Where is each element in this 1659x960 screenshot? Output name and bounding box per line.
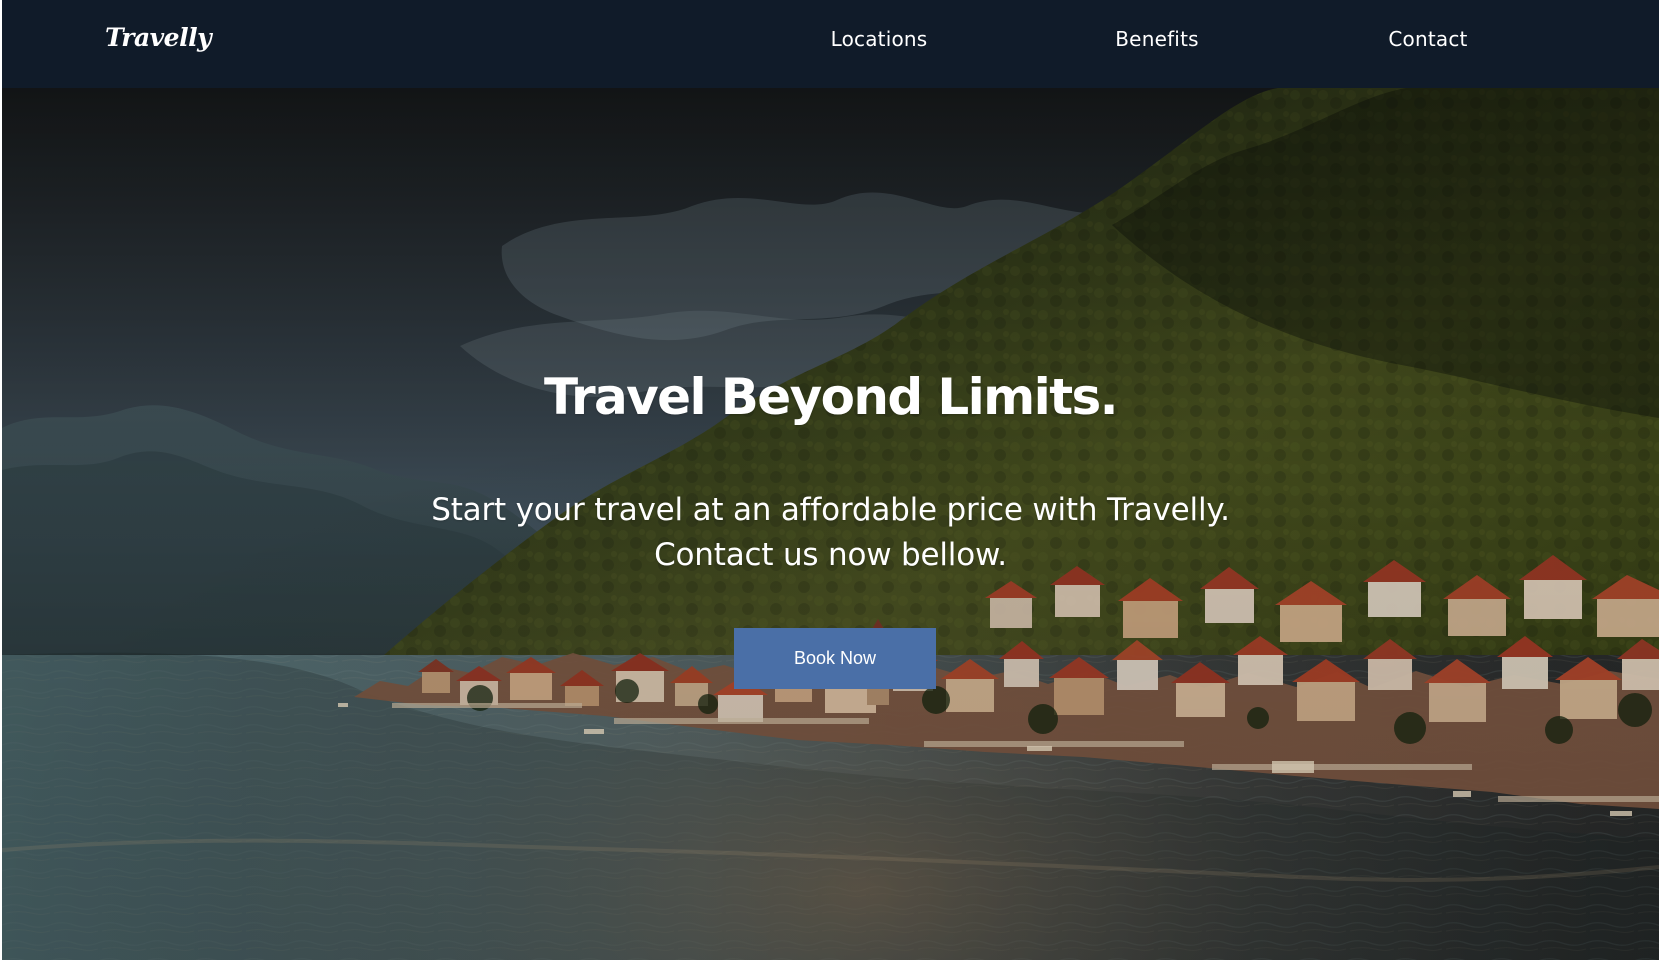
hero-description: Start your travel at an affordable price… <box>2 488 1659 578</box>
hero-title: Travel Beyond Limits. <box>543 368 1119 426</box>
book-now-button[interactable]: Book Now <box>734 628 936 689</box>
nav-link-locations[interactable]: Locations <box>831 27 928 51</box>
travelly-landing-page: Travelly Locations Benefits Contact Trav… <box>0 0 1659 960</box>
nav-link-benefits[interactable]: Benefits <box>1115 27 1198 51</box>
hero-description-line-1: Start your travel at an affordable price… <box>431 492 1230 528</box>
top-navigation-bar: Travelly Locations Benefits Contact <box>2 0 1659 88</box>
hero-description-line-2: Contact us now bellow. <box>654 537 1007 573</box>
left-page-edge <box>0 0 2 960</box>
hero-section: Travel Beyond Limits. Start your travel … <box>2 88 1659 960</box>
travelly-logo[interactable]: Travelly <box>105 23 212 52</box>
nav-link-contact[interactable]: Contact <box>1388 27 1467 51</box>
